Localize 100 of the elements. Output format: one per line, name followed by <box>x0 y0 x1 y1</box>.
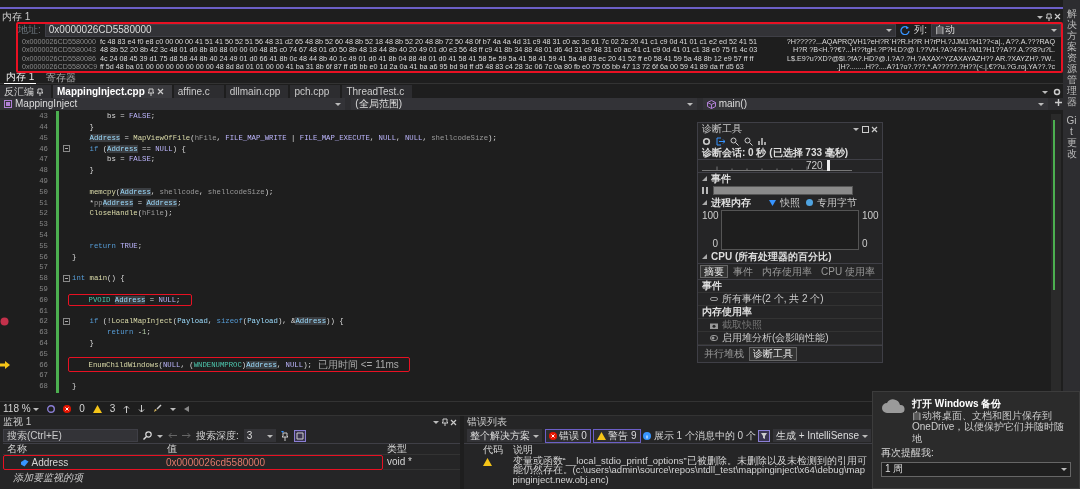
legend-label: 专用字节 <box>817 196 857 209</box>
ellipsis-icon <box>710 296 718 302</box>
close-icon[interactable] <box>871 125 878 133</box>
tab[interactable]: 事件 <box>729 264 757 278</box>
pin-icon[interactable] <box>147 87 154 96</box>
caret-icon[interactable] <box>853 126 859 132</box>
document-tab[interactable]: 反汇编 <box>0 85 51 98</box>
pause-icon[interactable] <box>702 187 709 194</box>
filter-icon[interactable] <box>758 429 771 442</box>
breakpoint-icon[interactable] <box>0 317 9 327</box>
caret-icon <box>862 432 869 439</box>
time-cursor[interactable] <box>826 160 830 172</box>
document-tab[interactable]: pch.cpp <box>290 85 341 98</box>
field-label: 再次提醒我: <box>881 447 935 459</box>
add-watch-hint[interactable]: 添加要监视的项 <box>7 471 83 484</box>
pin-icon[interactable] <box>1045 12 1052 21</box>
caret-icon <box>533 432 539 439</box>
watch-name: Address <box>8 456 69 469</box>
cloud-icon <box>881 398 907 414</box>
caret-icon <box>1061 466 1067 472</box>
collapse-icon[interactable] <box>63 145 70 153</box>
legend-label: 快照 <box>780 196 800 209</box>
caret-icon[interactable] <box>1037 13 1043 20</box>
up-arrow-icon[interactable] <box>123 404 131 413</box>
column-header: 类型 <box>387 443 407 455</box>
export-icon[interactable] <box>716 136 725 146</box>
warning-icon[interactable] <box>92 404 102 413</box>
remind-dropdown[interactable]: 1 周 <box>881 461 1071 477</box>
summary-item[interactable]: 所有事件(2 个, 共 2 个) <box>722 293 824 305</box>
errors-button[interactable]: 错误 0 <box>544 428 591 443</box>
field-label: 列: <box>914 24 927 36</box>
elapsed-time-hint: 已用时间 <= 11ms <box>317 359 399 371</box>
refresh-icon[interactable] <box>900 25 911 35</box>
caret-icon[interactable] <box>170 405 177 412</box>
tab[interactable]: 诊断工具 <box>749 347 797 361</box>
toggle-icon <box>710 335 718 341</box>
zoom-in-icon[interactable] <box>730 136 739 146</box>
expand-icon[interactable] <box>702 254 707 259</box>
project-dropdown[interactable]: MappingInject <box>0 98 346 110</box>
member-dropdown[interactable]: main() <box>702 98 1048 110</box>
error-icon <box>548 431 557 440</box>
zoom-dropdown[interactable]: 118 % <box>3 402 40 415</box>
error-icon[interactable] <box>63 404 72 413</box>
add-icon[interactable] <box>1054 98 1063 107</box>
depth-dropdown[interactable]: 3 <box>243 429 276 442</box>
section-heading: 事件 <box>711 172 731 185</box>
notification-title: 打开 Windows 备份 <box>912 398 1003 410</box>
variable-icon <box>20 458 29 467</box>
window-title: 诊断工具 <box>702 123 742 135</box>
grid-icon[interactable] <box>293 429 306 442</box>
collapse-icon[interactable] <box>63 318 70 326</box>
maximize-icon[interactable] <box>861 125 869 133</box>
warnings-button[interactable]: 警告 9 <box>593 428 641 443</box>
messages-button[interactable]: 展示 1 个消息中的 0 个 <box>643 429 756 442</box>
document-tab[interactable]: affine.c <box>173 85 224 98</box>
tab[interactable]: 并行堆栈 <box>700 347 748 361</box>
caret-icon[interactable] <box>433 419 439 425</box>
side-tab[interactable]: 解决方案资源管理器 <box>1066 8 1077 107</box>
summary-item[interactable]: 启用堆分析(会影响性能) <box>722 332 829 344</box>
tab[interactable]: 寄存器 <box>44 71 79 84</box>
axis-label: 100 <box>702 209 718 221</box>
left-arrow-icon[interactable] <box>184 405 190 412</box>
scope-dropdown[interactable]: (全局范围) <box>351 98 697 110</box>
axis-label: 0 <box>711 238 718 250</box>
tab[interactable]: 内存使用率 <box>758 264 816 278</box>
cube-icon <box>706 99 716 109</box>
back-arrow-icon[interactable] <box>168 432 177 439</box>
search-icon[interactable] <box>143 431 152 440</box>
chart-icon[interactable] <box>758 136 767 146</box>
document-tab[interactable]: MappingInject.cpp <box>53 85 172 98</box>
caret-icon[interactable] <box>157 432 163 439</box>
tab[interactable]: 摘要 <box>700 264 728 278</box>
close-icon[interactable] <box>156 88 164 95</box>
error-description: 变量或函数“__local_stdio_printf_options”已被删除。未删除以及未检测到的引用可能仍然存在。(c:\users\admin\source\repos\ntdll_test\mappinginject\x64\debug\mappinginject.new.obj.enc) <box>511 455 868 486</box>
expand-icon[interactable] <box>702 200 707 205</box>
zoom-out-icon[interactable] <box>744 136 753 146</box>
brush-icon[interactable] <box>153 404 163 413</box>
forward-arrow-icon[interactable] <box>182 432 191 439</box>
scope-dropdown[interactable]: 整个解决方案 <box>467 429 542 442</box>
down-arrow-icon[interactable] <box>138 404 146 413</box>
caret-icon <box>886 27 893 33</box>
build-filter-dropdown[interactable]: 生成 + IntelliSense <box>772 429 872 442</box>
close-icon[interactable] <box>1054 13 1061 20</box>
section-heading: CPU (所有处理器的百分比) <box>711 250 832 263</box>
document-tab[interactable]: ThreadTest.c <box>342 85 413 98</box>
close-icon[interactable] <box>450 418 457 426</box>
document-tab[interactable]: dllmain.cpp <box>225 85 289 98</box>
side-tab[interactable]: Git 更改 <box>1066 115 1077 159</box>
expand-icon[interactable] <box>702 176 707 181</box>
pin-icon[interactable] <box>37 87 43 96</box>
info-icon <box>643 431 652 440</box>
collapse-icon[interactable] <box>63 274 70 282</box>
tab[interactable]: CPU 使用率 <box>817 264 879 278</box>
pin-icon[interactable] <box>280 430 289 441</box>
scrollbar[interactable] <box>1051 114 1061 394</box>
search-field[interactable]: 搜索(Ctrl+E) <box>3 429 138 442</box>
caret-icon <box>335 101 342 107</box>
warning-count: 3 <box>109 402 116 415</box>
pin-icon[interactable] <box>441 418 448 426</box>
section-heading: 进程内存 <box>711 196 751 209</box>
